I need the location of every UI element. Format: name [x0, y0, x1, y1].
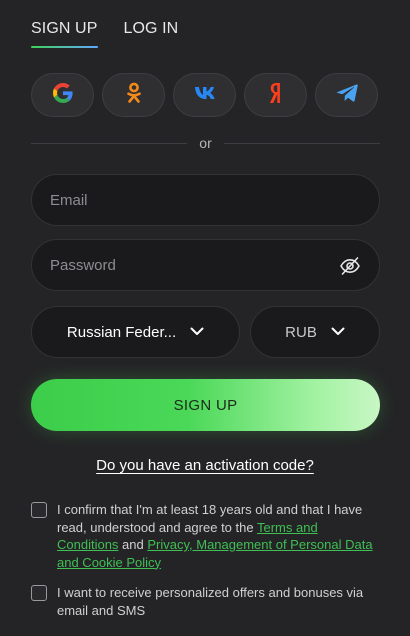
auth-tabs: SIGN UP LOG IN	[31, 20, 178, 48]
chevron-down-icon	[331, 323, 345, 341]
offers-text: I want to receive personalized offers an…	[57, 585, 364, 618]
social-login-row	[31, 73, 378, 117]
or-divider: or	[31, 135, 381, 151]
google-login-button[interactable]	[31, 73, 94, 117]
sign-up-button[interactable]: SIGN UP	[31, 379, 380, 431]
odnoklassniki-icon	[125, 82, 143, 109]
telegram-icon	[336, 83, 358, 108]
vk-icon	[193, 85, 217, 106]
offers-consent-row: I want to receive personalized offers an…	[31, 584, 380, 619]
currency-value: RUB	[285, 323, 317, 341]
password-field-wrapper	[31, 239, 380, 291]
telegram-login-button[interactable]	[315, 73, 378, 117]
yandex-icon	[268, 82, 284, 109]
offers-checkbox[interactable]	[31, 585, 47, 601]
email-field[interactable]	[50, 191, 361, 209]
email-field-wrapper	[31, 174, 380, 226]
country-select[interactable]: Russian Feder...	[31, 306, 240, 358]
eye-off-icon[interactable]	[339, 255, 361, 282]
divider-line-right	[223, 142, 381, 144]
terms-checkbox[interactable]	[31, 502, 47, 518]
divider-line-left	[31, 142, 188, 144]
divider-text: or	[199, 135, 212, 151]
activation-code-link[interactable]: Do you have an activation code?	[0, 457, 410, 474]
tab-log-in[interactable]: LOG IN	[124, 20, 179, 48]
vk-login-button[interactable]	[173, 73, 236, 117]
google-icon	[52, 82, 73, 108]
terms-consent-row: I confirm that I'm at least 18 years old…	[31, 501, 380, 571]
tab-sign-up[interactable]: SIGN UP	[31, 20, 98, 48]
consent-and: and	[118, 537, 148, 552]
yandex-login-button[interactable]	[244, 73, 307, 117]
country-value: Russian Feder...	[66, 323, 177, 341]
chevron-down-icon	[190, 323, 204, 341]
password-field[interactable]	[50, 256, 361, 274]
odnoklassniki-login-button[interactable]	[102, 73, 165, 117]
terms-consent-text: I confirm that I'm at least 18 years old…	[57, 501, 380, 571]
currency-select[interactable]: RUB	[250, 306, 380, 358]
